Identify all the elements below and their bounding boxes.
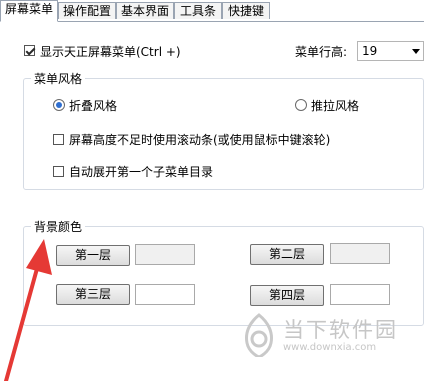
tab-shortcuts[interactable]: 快捷键: [222, 2, 270, 19]
show-menu-label: 显示天正屏幕菜单(Ctrl +): [40, 45, 181, 59]
row-height-select[interactable]: 19: [357, 41, 424, 61]
expand-submenu-checkbox[interactable]: [53, 166, 64, 177]
watermark-logo-icon: [245, 313, 273, 357]
tab-operation-config[interactable]: 操作配置: [58, 2, 116, 19]
pull-style-label: 推拉风格: [311, 99, 360, 113]
chevron-down-icon[interactable]: [412, 49, 420, 54]
red-arrow-annotation: [4, 239, 52, 381]
watermark-text: 当下软件园: [283, 318, 398, 342]
watermark-url: www.downxia.com: [283, 342, 377, 353]
scroll-checkbox[interactable]: [53, 134, 64, 145]
red-arrow-head: [26, 239, 52, 275]
tab-basic-interface[interactable]: 基本界面: [116, 2, 174, 19]
fold-style-label: 折叠风格: [69, 99, 118, 113]
layer3-color-swatch[interactable]: [135, 284, 195, 305]
layer2-button[interactable]: 第二层: [250, 244, 324, 265]
layer4-color-swatch[interactable]: [330, 284, 390, 305]
layer2-color-swatch[interactable]: [330, 243, 390, 264]
row-height-label: 菜单行高:: [295, 45, 348, 59]
scroll-label: 屏幕高度不足时使用滚动条(或使用鼠标中键滚轮): [69, 133, 331, 147]
fold-style-radio[interactable]: [53, 99, 65, 111]
tab-screen-menu[interactable]: 屏幕菜单: [0, 0, 58, 22]
background-color-title: 背景颜色: [31, 218, 86, 235]
red-arrow-shaft: [4, 263, 40, 381]
tab-bar: 屏幕菜单 操作配置 基本界面 工具条 快捷键: [0, 0, 424, 22]
show-menu-checkbox[interactable]: [24, 45, 35, 56]
expand-submenu-label: 自动展开第一个子菜单目录: [69, 165, 214, 179]
menu-style-title: 菜单风格: [31, 70, 86, 87]
row-height-value: 19: [362, 44, 378, 58]
layer1-color-swatch[interactable]: [135, 244, 195, 265]
pull-style-radio[interactable]: [295, 99, 307, 111]
background-color-group: [23, 226, 424, 326]
layer4-button[interactable]: 第四层: [250, 285, 324, 306]
tab-toolbar[interactable]: 工具条: [174, 2, 222, 19]
